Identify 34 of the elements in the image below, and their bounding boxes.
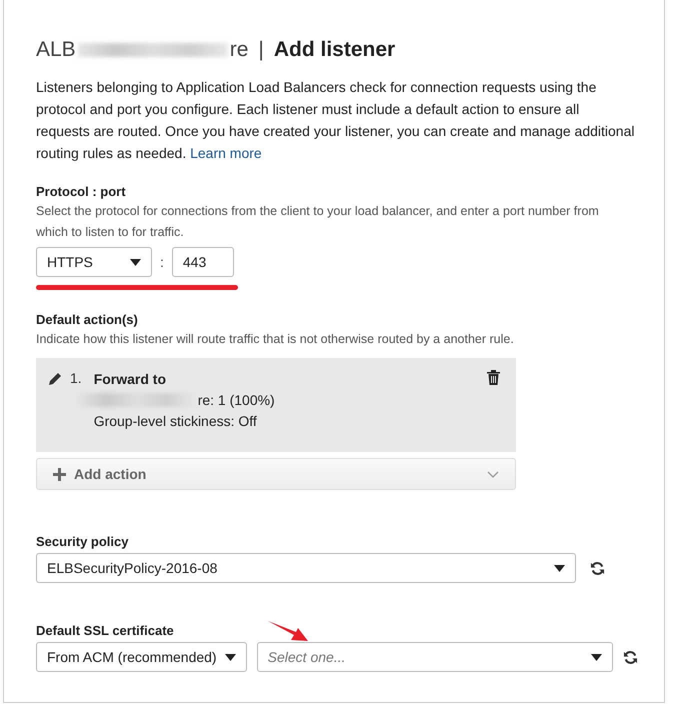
pencil-icon[interactable] [48, 372, 62, 386]
default-actions-help-text: Indicate how this listener will route traffic that is not otherwise routed by a another rule. [36, 331, 515, 348]
plus-icon [53, 468, 66, 480]
caret-icon [224, 654, 236, 660]
load-balancer-name: ALB [36, 38, 76, 62]
ssl-certificate-label: Default SSL certificate [36, 623, 175, 638]
certificate-placeholder: Select one... [268, 649, 346, 665]
certificate-source-select[interactable]: From ACM (recommended) [36, 642, 247, 672]
refresh-icon[interactable] [623, 650, 638, 664]
title-separator: | [258, 38, 264, 62]
default-actions-label: Default action(s) [36, 312, 139, 327]
stickiness-text: Group-level stickiness: Off [94, 412, 258, 430]
page-heading: Add listener [274, 38, 396, 62]
caret-icon [591, 654, 602, 660]
protocol-select[interactable]: HTTPS [36, 247, 152, 277]
trash-icon[interactable] [487, 370, 500, 385]
port-field[interactable]: 443 [172, 247, 234, 277]
caret-icon [130, 258, 141, 266]
intro-text: Listeners belonging to Application Load Balancers check for connection requests using the protocol and port you configure. Each listener must include a default action to ensure all requests are routed. Once you have created your listener, you can create and manage additional routing rules as needed. Learn more [36, 78, 636, 163]
forward-target: re: 1 (100%) [198, 391, 275, 409]
action-title: Forward to [94, 370, 168, 388]
learn-more-link[interactable]: Learn more [190, 145, 262, 161]
protocol-help-text: Select the protocol for connections from the client to your load balancer, and enter a port number from which to listen to for traffic. [36, 203, 600, 241]
security-policy-select[interactable]: ELBSecurityPolicy-2016-08 [36, 553, 576, 583]
add-action-button[interactable]: Add action [36, 458, 516, 490]
protocol-port-label: Protocol : port [36, 184, 127, 199]
security-policy-label: Security policy [36, 534, 130, 549]
caret-icon [554, 564, 565, 572]
load-balancer-name-end: re [230, 38, 248, 62]
port-separator: : [160, 254, 164, 270]
certificate-select[interactable]: Select one... [256, 642, 614, 672]
action-number: 1. [70, 370, 82, 388]
refresh-icon[interactable] [590, 560, 605, 576]
chevron-icon [487, 470, 499, 478]
